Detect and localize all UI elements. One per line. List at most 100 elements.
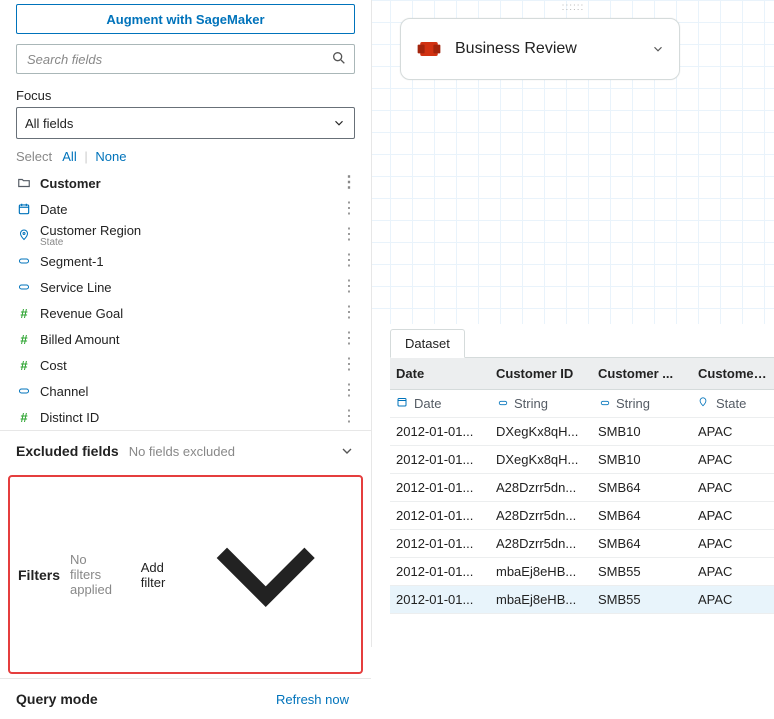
field-row[interactable]: Service Line⋮: [0, 274, 371, 300]
field-type-icon: [16, 176, 32, 190]
table-cell: APAC: [692, 530, 774, 558]
table-cell: APAC: [692, 418, 774, 446]
field-menu-button[interactable]: ⋮: [341, 204, 355, 214]
field-row[interactable]: Channel ⋮: [0, 378, 371, 404]
column-header[interactable]: Customer ...: [592, 358, 692, 390]
table-cell: mbaEj8eHB...: [490, 558, 592, 586]
refresh-now-link[interactable]: Refresh now: [276, 692, 349, 707]
dataset-icon: [415, 35, 443, 63]
table-cell: 2012-01-01...: [390, 558, 490, 586]
table-row[interactable]: 2012-01-01...mbaEj8eHB...SMB55APAC: [390, 586, 774, 614]
field-row[interactable]: Date ⋮: [0, 196, 371, 222]
table-cell: mbaEj8eHB...: [490, 586, 592, 614]
field-menu-button[interactable]: ⋮: [341, 360, 355, 370]
table-cell: SMB55: [592, 586, 692, 614]
drag-handle-icon[interactable]: ::::::: [562, 2, 585, 13]
focus-select[interactable]: All fields: [16, 107, 355, 139]
field-menu-button[interactable]: ⋮: [341, 178, 355, 188]
field-type-icon: #: [16, 306, 32, 321]
field-menu-button[interactable]: ⋮: [341, 412, 355, 422]
table-row[interactable]: 2012-01-01...DXegKx8qH...SMB10APAC: [390, 418, 774, 446]
dataset-card[interactable]: Business Review: [400, 18, 680, 80]
field-type-icon: [16, 281, 32, 293]
table-cell: APAC: [692, 474, 774, 502]
field-row[interactable]: Customer RegionState⋮: [0, 222, 371, 248]
select-word: Select: [16, 149, 52, 164]
table-row[interactable]: 2012-01-01...mbaEj8eHB...SMB55APAC: [390, 558, 774, 586]
string-type-icon: [496, 396, 510, 411]
field-menu-button[interactable]: ⋮: [341, 256, 355, 266]
filters-note: No filters applied: [70, 552, 121, 597]
table-cell: 2012-01-01...: [390, 586, 490, 614]
field-name: Cost: [40, 358, 333, 373]
fields-list: Customer⋮Date⋮Customer RegionState⋮Segme…: [0, 170, 371, 430]
table-cell: APAC: [692, 446, 774, 474]
excluded-note: No fields excluded: [129, 444, 329, 459]
field-row[interactable]: # Billed Amount ⋮: [0, 326, 371, 352]
string-type-icon: [598, 396, 612, 411]
field-menu-button[interactable]: ⋮: [341, 308, 355, 318]
field-row[interactable]: #Distinct ID⋮: [0, 404, 371, 430]
augment-sagemaker-button[interactable]: Augment with SageMaker: [16, 4, 355, 34]
table-cell: 2012-01-01...: [390, 502, 490, 530]
table-row[interactable]: 2012-01-01...A28Dzrr5dn...SMB64APAC: [390, 530, 774, 558]
chevron-down-icon: [178, 487, 353, 662]
table-row[interactable]: 2012-01-01...DXegKx8qH...SMB10APAC: [390, 446, 774, 474]
select-all-link[interactable]: All: [62, 149, 76, 164]
select-none-link[interactable]: None: [95, 149, 126, 164]
table-cell: 2012-01-01...: [390, 446, 490, 474]
field-type-icon: [16, 202, 32, 216]
table-row[interactable]: 2012-01-01...A28Dzrr5dn...SMB64APAC: [390, 474, 774, 502]
field-row[interactable]: Customer ⋮: [0, 170, 371, 196]
table-cell: SMB10: [592, 418, 692, 446]
column-header[interactable]: Customer ID: [490, 358, 592, 390]
column-header[interactable]: Customer ..: [692, 358, 774, 390]
table-cell: DXegKx8qH...: [490, 418, 592, 446]
dataset-card-title: Business Review: [455, 40, 639, 58]
field-name: Customer: [40, 176, 333, 191]
select-all-none-row: Select All | None: [16, 149, 355, 164]
table-cell: A28Dzrr5dn...: [490, 530, 592, 558]
preview-table: DateCustomer IDCustomer ...Customer .. D…: [390, 358, 774, 647]
search-fields-input[interactable]: [16, 44, 355, 74]
field-name: Billed Amount: [40, 332, 333, 347]
right-panel: :::::: Business Review Dataset DateCusto…: [372, 0, 774, 647]
add-filter-link[interactable]: Add filter: [141, 560, 168, 590]
filters-section[interactable]: Filters No filters applied Add filter: [8, 475, 363, 674]
field-name: Revenue Goal: [40, 306, 333, 321]
column-type-row: DateStringStringState: [390, 390, 774, 418]
field-type-icon: #: [16, 358, 32, 373]
field-type-icon: #: [16, 410, 32, 425]
query-mode-section[interactable]: Query mode Refresh now: [0, 678, 371, 719]
field-type-icon: #: [16, 332, 32, 347]
focus-label: Focus: [16, 88, 355, 103]
field-name: Date: [40, 202, 333, 217]
field-menu-button[interactable]: ⋮: [341, 230, 355, 240]
excluded-fields-section[interactable]: Excluded fields No fields excluded: [0, 430, 371, 471]
field-menu-button[interactable]: ⋮: [341, 334, 355, 344]
table-row[interactable]: 2012-01-01...A28Dzrr5dn...SMB64APAC: [390, 502, 774, 530]
table-cell: 2012-01-01...: [390, 474, 490, 502]
table-cell: SMB10: [592, 446, 692, 474]
field-row[interactable]: # Cost ⋮: [0, 352, 371, 378]
fields-panel: Augment with SageMaker Focus All fields …: [0, 0, 372, 647]
column-header[interactable]: Date: [390, 358, 490, 390]
date-type-icon: [396, 396, 410, 411]
analysis-canvas[interactable]: :::::: Business Review: [372, 0, 774, 324]
field-name: Channel: [40, 384, 333, 399]
field-menu-button[interactable]: ⋮: [341, 386, 355, 396]
dataset-tabstrip: Dataset: [390, 324, 774, 358]
field-menu-button[interactable]: ⋮: [341, 282, 355, 292]
focus-select-value: All fields: [25, 116, 73, 131]
field-type-icon: [16, 385, 32, 397]
search-icon: [331, 50, 347, 66]
chevron-down-icon: [339, 443, 355, 459]
geo-type-icon: [698, 396, 712, 411]
chevron-down-icon[interactable]: [651, 42, 665, 56]
table-cell: A28Dzrr5dn...: [490, 474, 592, 502]
tab-dataset[interactable]: Dataset: [390, 329, 465, 358]
field-row[interactable]: # Revenue Goal ⋮: [0, 300, 371, 326]
table-cell: SMB64: [592, 474, 692, 502]
field-row[interactable]: Segment-1⋮: [0, 248, 371, 274]
table-cell: 2012-01-01...: [390, 530, 490, 558]
